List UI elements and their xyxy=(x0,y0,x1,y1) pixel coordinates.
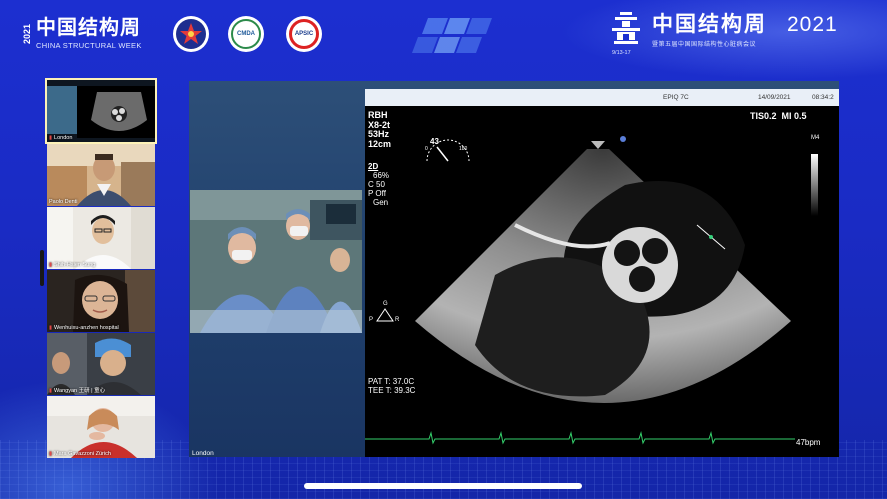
mic-muted-icon: ▮ xyxy=(49,135,53,141)
participant-tile-shih-hsien-sung[interactable]: ▮ Shih-Hsien Sung xyxy=(47,207,155,269)
participant-label: Paolo Denti xyxy=(49,199,78,205)
probe-orientation-icon: G P R xyxy=(369,301,400,323)
participant-video xyxy=(47,396,155,458)
logo-title-en: CHINA STRUCTURAL WEEK xyxy=(36,41,142,50)
participant-tile-paolo-denti[interactable]: Paolo Denti xyxy=(47,144,155,206)
event-year: 2021 xyxy=(787,13,838,36)
china-structural-week-logo: 2021 中国结构周 CHINA STRUCTURAL WEEK xyxy=(20,17,155,51)
participant-video xyxy=(47,270,155,332)
echo-time: 08:34:2 xyxy=(812,94,834,101)
ultrasound-sector xyxy=(415,136,791,403)
heart-rate: 47bpm xyxy=(796,438,821,447)
pagoda-icon xyxy=(612,12,640,44)
apsic-text: APSIC xyxy=(289,19,319,49)
echo-parameters: RBH X8-2t 53Hz 12cm xyxy=(368,110,392,149)
gallery-scroll-handle[interactable] xyxy=(40,250,44,286)
participant-tile-wangyan[interactable]: ▮ Wangyan 王研 | 童心 xyxy=(47,333,155,395)
echo-status-bar: EPIQ 7C 14/09/2021 08:34:2 xyxy=(365,89,839,106)
echo-date: 14/09/2021 xyxy=(758,94,791,101)
screen-share-thumbnail xyxy=(47,80,155,142)
parallelogram-decor-icon xyxy=(412,18,492,53)
participant-tile-london[interactable]: ▮ London xyxy=(45,78,157,144)
cmda-text: CMDA xyxy=(231,19,261,49)
echo-depth: 12cm xyxy=(368,138,392,149)
mic-muted-icon: ▮ xyxy=(49,262,53,268)
event-subtitle: 暨第五届中国国际结构性心脏病会议 xyxy=(652,42,757,48)
logo-title-cn: 中国结构周 xyxy=(36,17,141,39)
participant-label: ▮ Shih-Hsien Sung xyxy=(49,262,96,268)
main-stage[interactable]: EPIQ 7C 14/09/2021 08:34:2 RBH X8-2t 53H… xyxy=(189,81,839,457)
participant-tile-wenhuixu[interactable]: ▮ Wenhuixu-anzhen hospital xyxy=(47,270,155,332)
temperature-readout: PAT T: 37.0C TEE T: 39.3C xyxy=(368,377,415,395)
event-logo-right: 中国结构周 2021 暨第五届中国国际结构性心脏病会议 9/13-17 xyxy=(612,12,862,56)
society-emblem xyxy=(173,16,209,52)
ecg-trace xyxy=(365,431,795,445)
participant-video xyxy=(47,144,155,206)
echo-tis-mi: TIS0.2 MI 0.5 xyxy=(750,111,807,121)
apsic-emblem: APSIC xyxy=(286,16,322,52)
participant-label: ▮ Wangyan 王研 | 童心 xyxy=(49,388,106,394)
mic-muted-icon: ▮ xyxy=(49,388,53,394)
star-icon xyxy=(180,23,202,44)
echocardiogram-screen: EPIQ 7C 14/09/2021 08:34:2 RBH X8-2t 53H… xyxy=(365,89,839,457)
tee-temperature: TEE T: 39.3C xyxy=(368,386,416,395)
patient-temperature: PAT T: 37.0C xyxy=(368,377,415,386)
echo-mode-parameters: 2D 66% C 50 P Off Gen xyxy=(368,162,389,207)
operating-room-video xyxy=(190,190,362,333)
mic-muted-icon: ▮ xyxy=(49,451,53,457)
svg-text:R: R xyxy=(395,317,400,323)
logo-year: 2021 xyxy=(22,23,32,45)
home-indicator-bar[interactable] xyxy=(304,483,582,489)
event-dates: 9/13-17 xyxy=(612,50,631,56)
mic-muted-icon: ▮ xyxy=(49,325,53,331)
echo-general: Gen xyxy=(373,198,389,207)
participant-label: ▮ London xyxy=(49,135,73,141)
echo-device: EPIQ 7C xyxy=(663,94,689,101)
cmda-emblem: CMDA xyxy=(228,16,264,52)
echo-gain: 66% xyxy=(373,171,390,180)
participant-label: ▮ Mara Gavazzoni Zürich xyxy=(49,451,111,457)
participant-video xyxy=(47,207,155,269)
stage-source-label: London xyxy=(192,450,214,457)
participant-tile-mara-gavazzoni[interactable]: ▮ Mara Gavazzoni Zürich xyxy=(47,396,155,458)
echo-mode: 2D xyxy=(368,162,379,171)
svg-text:P: P xyxy=(369,317,373,323)
participant-label: ▮ Wenhuixu-anzhen hospital xyxy=(49,325,119,331)
event-title-cn: 中国结构周 xyxy=(652,13,767,36)
svg-text:G: G xyxy=(383,301,388,307)
echo-persistence: P Off xyxy=(368,189,386,198)
echo-compression: C 50 xyxy=(368,180,385,189)
